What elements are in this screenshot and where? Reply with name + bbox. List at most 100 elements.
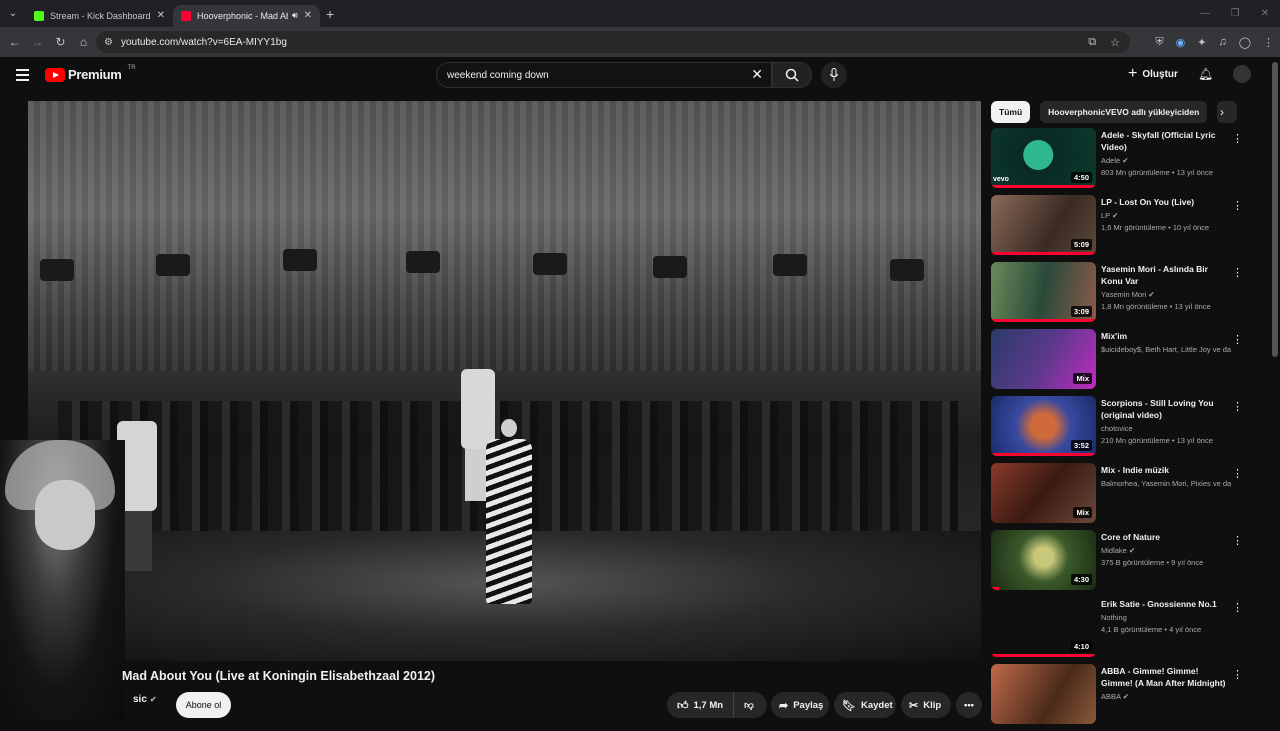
list-item[interactable]: 3:52 Scorpions - Still Loving You (origi… [991, 396, 1251, 463]
save-button[interactable]: 🔖︎ Kaydet [834, 692, 896, 718]
video-thumbnail[interactable]: vevo 4:50 [991, 128, 1096, 188]
video-thumbnail[interactable]: 3:09 [991, 262, 1096, 322]
share-button[interactable]: ➦ Paylaş [771, 692, 829, 718]
rec-channel[interactable]: Nothing [1101, 613, 1231, 622]
rec-channel[interactable]: Adele ✔ [1101, 156, 1231, 165]
minimize-icon[interactable]: — [1190, 0, 1220, 27]
shield-extension-icon[interactable]: ⛨ [1155, 36, 1163, 49]
list-item[interactable]: ABBA - Gimme! Gimme! Gimme! (A Man After… [991, 664, 1251, 731]
address-bar[interactable]: ⚙ youtube.com/watch?v=6EA-MIYY1bg ⧉ ☆ [96, 31, 1130, 53]
stage-curtain [28, 101, 981, 371]
bookmark-star-icon[interactable]: ☆ [1110, 36, 1120, 49]
list-item[interactable]: Mix Mix'im $uicideboy$, Beth Hart, Littl… [991, 329, 1251, 396]
more-vertical-icon[interactable]: ⋮ [1232, 266, 1243, 279]
media-controls-icon[interactable]: ♫ [1218, 36, 1226, 48]
rec-title[interactable]: ABBA - Gimme! Gimme! Gimme! (A Man After… [1101, 665, 1231, 689]
browser-tab-kick[interactable]: Stream - Kick Dashboard ✕ [26, 5, 173, 27]
rec-title[interactable]: Erik Satie - Gnossienne No.1 [1101, 598, 1231, 610]
subscribe-button[interactable]: Abone ol [176, 692, 231, 718]
home-icon[interactable]: ⌂ [72, 35, 95, 49]
video-thumbnail[interactable]: 4:30 [991, 530, 1096, 590]
browser-tab-youtube[interactable]: Hooverphonic - Mad About 🔊︎ ✕ [173, 4, 320, 27]
video-thumbnail[interactable] [991, 664, 1096, 724]
chip-all[interactable]: Tümü [991, 101, 1031, 123]
like-button[interactable]: 👍︎ 1,7 Mn [667, 692, 735, 718]
dislike-button[interactable]: 👎︎ [734, 699, 764, 711]
search-button[interactable] [772, 62, 812, 88]
rec-channel[interactable]: Midlake ✔ [1101, 546, 1231, 555]
chevron-right-icon[interactable]: › [1220, 105, 1224, 119]
tab-search-chevron-icon[interactable]: ⌄ [0, 0, 26, 27]
more-vertical-icon[interactable]: ⋮ [1232, 534, 1243, 547]
reload-icon[interactable]: ↻ [49, 35, 72, 49]
vevo-logo: vevo [993, 176, 1009, 183]
rec-channel[interactable]: Yasemin Mori ✔ [1101, 290, 1231, 299]
more-vertical-icon[interactable]: ⋮ [1232, 132, 1243, 145]
rec-title[interactable]: Adele - Skyfall (Official Lyric Video) [1101, 129, 1231, 153]
extensions-puzzle-icon[interactable]: ✦ [1197, 36, 1206, 49]
search-icon [785, 68, 799, 82]
account-avatar[interactable] [1233, 65, 1251, 83]
rec-title[interactable]: Mix - Indie müzik [1101, 464, 1231, 476]
more-vertical-icon[interactable]: ⋮ [1232, 333, 1243, 346]
youtube-premium-logo[interactable]: Premium TR [45, 65, 136, 82]
notifications-bell-icon[interactable]: 🔔︎ [1198, 67, 1213, 81]
list-item[interactable]: 4:10 Erik Satie - Gnossienne No.1 Nothin… [991, 597, 1251, 664]
more-vertical-icon[interactable]: ⋮ [1232, 601, 1243, 614]
youtube-play-logo-icon [45, 67, 65, 82]
channel-name-text: sic [133, 694, 147, 705]
new-tab-icon[interactable]: + [326, 6, 334, 22]
video-thumbnail[interactable]: Mix [991, 463, 1096, 523]
rec-channel-name: Midlake [1101, 546, 1127, 555]
rec-channel[interactable]: LP ✔ [1101, 211, 1231, 220]
close-tab-icon[interactable]: ✕ [157, 10, 165, 21]
list-item[interactable]: 5:09 LP - Lost On You (Live) LP ✔ 1,6 Mr… [991, 195, 1251, 262]
site-info-icon[interactable]: ⚙ [104, 37, 113, 48]
video-thumbnail[interactable]: 3:52 [991, 396, 1096, 456]
voice-search-button[interactable] [821, 62, 847, 88]
more-vertical-icon[interactable]: ⋮ [1232, 668, 1243, 681]
page-scrollbar[interactable] [1272, 62, 1278, 357]
rec-title[interactable]: Core of Nature [1101, 531, 1231, 543]
video-thumbnail[interactable]: 4:10 [991, 597, 1096, 657]
rec-stats: 803 Mn görüntüleme • 13 yıl önce [1101, 168, 1213, 177]
list-item[interactable]: vevo 4:50 Adele - Skyfall (Official Lyri… [991, 128, 1251, 195]
back-icon[interactable]: ← [3, 35, 26, 49]
rec-channel[interactable]: ABBA ✔ [1101, 692, 1231, 701]
rec-channel-name: Yasemin Mori [1101, 290, 1147, 299]
channel-name[interactable]: sic ✔ [133, 694, 157, 705]
close-tab-icon[interactable]: ✕ [304, 10, 312, 21]
maximize-icon[interactable]: ❐ [1220, 0, 1250, 27]
search-input[interactable]: weekend coming down ✕ [436, 62, 772, 88]
video-player[interactable] [28, 101, 981, 661]
audio-extension-icon[interactable]: ◉ [1176, 36, 1186, 49]
more-actions-button[interactable]: ••• [956, 692, 982, 718]
list-item[interactable]: 4:30 Core of Nature Midlake ✔ 375 B görü… [991, 530, 1251, 597]
stage-light [890, 259, 924, 281]
rec-title[interactable]: LP - Lost On You (Live) [1101, 196, 1231, 208]
forward-icon[interactable]: → [26, 35, 49, 49]
list-item[interactable]: 3:09 Yasemin Mori - Aslında Bir Konu Var… [991, 262, 1251, 329]
install-app-icon[interactable]: ⧉ [1088, 36, 1096, 49]
create-button[interactable]: + Oluştur [1128, 65, 1178, 83]
profile-icon[interactable]: ◯ [1239, 36, 1251, 49]
video-thumbnail[interactable]: 5:09 [991, 195, 1096, 255]
clip-button[interactable]: ✂ Klip [901, 692, 951, 718]
rec-channel[interactable]: chotovice [1101, 424, 1231, 433]
rec-title[interactable]: Scorpions - Still Loving You (original v… [1101, 397, 1231, 421]
video-thumbnail[interactable]: Mix [991, 329, 1096, 389]
rec-title[interactable]: Mix'im [1101, 330, 1231, 342]
chip-uploader[interactable]: HooverphonicVEVO adlı yükleyiciden [1040, 101, 1208, 123]
close-window-icon[interactable]: ✕ [1250, 0, 1280, 27]
stage-light [533, 253, 567, 275]
more-vertical-icon[interactable]: ⋮ [1232, 400, 1243, 413]
speaker-icon[interactable]: 🔊︎ [292, 10, 298, 21]
more-vertical-icon[interactable]: ⋮ [1232, 467, 1243, 480]
browser-menu-icon[interactable]: ⋮ [1263, 36, 1274, 49]
rec-title[interactable]: Yasemin Mori - Aslında Bir Konu Var [1101, 263, 1231, 287]
clear-search-icon[interactable]: ✕ [751, 66, 763, 83]
hamburger-menu-icon[interactable] [16, 69, 29, 81]
more-vertical-icon[interactable]: ⋮ [1232, 199, 1243, 212]
stage-light [156, 254, 190, 276]
list-item[interactable]: Mix Mix - Indie müzik Balmorhea, Yasemin… [991, 463, 1251, 530]
